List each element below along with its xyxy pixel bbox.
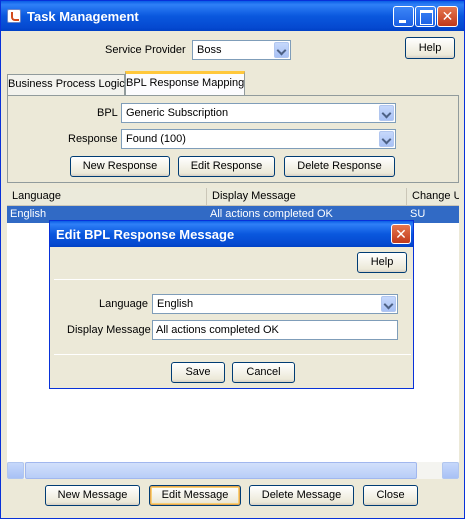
- service-provider-label: Service Provider: [105, 44, 186, 56]
- service-provider-value: Boss: [197, 44, 222, 56]
- response-select[interactable]: Found (100): [121, 129, 396, 149]
- response-label: Response: [68, 133, 118, 145]
- delete-message-button[interactable]: Delete Message: [249, 485, 354, 506]
- minimize-icon[interactable]: [393, 6, 414, 27]
- display-message-field[interactable]: [152, 320, 398, 340]
- cancel-button[interactable]: Cancel: [232, 362, 295, 383]
- edit-message-button[interactable]: Edit Message: [149, 485, 241, 506]
- bpl-value: Generic Subscription: [126, 107, 229, 119]
- service-provider-select[interactable]: Boss: [192, 40, 291, 60]
- display-message-input[interactable]: [153, 321, 397, 339]
- dialog-divider: [54, 354, 411, 355]
- bpl-label: BPL: [97, 107, 118, 119]
- dropdown-arrow-icon[interactable]: [379, 131, 394, 147]
- column-header-display-message[interactable]: Display Message: [207, 188, 407, 205]
- dialog-titlebar[interactable]: Edit BPL Response Message ✕: [50, 221, 413, 247]
- response-value: Found (100): [126, 133, 186, 145]
- dropdown-arrow-icon[interactable]: [381, 296, 396, 312]
- column-header-language[interactable]: Language: [7, 188, 207, 205]
- cell-change: SU: [410, 208, 426, 220]
- edit-response-button[interactable]: Edit Response: [178, 156, 275, 177]
- java-app-icon: [7, 9, 21, 23]
- new-message-button[interactable]: New Message: [45, 485, 140, 506]
- delete-response-button[interactable]: Delete Response: [284, 156, 395, 177]
- task-management-window: Task Management ✕ Service Provider Boss …: [0, 0, 465, 519]
- tab-business-process-logic[interactable]: Business Process Logic: [7, 74, 125, 95]
- dropdown-arrow-icon[interactable]: [274, 42, 289, 58]
- dialog-divider: [54, 279, 411, 280]
- scrollbar-thumb[interactable]: [25, 462, 417, 479]
- tab-bpl-response-mapping[interactable]: BPL Response Mapping: [125, 71, 245, 95]
- save-button[interactable]: Save: [171, 362, 225, 383]
- language-value: English: [157, 298, 194, 310]
- display-message-label: Display Message: [67, 324, 151, 336]
- language-label: Language: [99, 298, 148, 310]
- horizontal-scrollbar[interactable]: [7, 462, 459, 479]
- close-button[interactable]: Close: [363, 485, 418, 506]
- language-select[interactable]: English: [152, 294, 398, 314]
- dropdown-arrow-icon[interactable]: [379, 105, 394, 121]
- close-icon[interactable]: ✕: [391, 224, 411, 244]
- bpl-select[interactable]: Generic Subscription: [121, 103, 396, 123]
- edit-bpl-response-dialog: Edit BPL Response Message ✕ Help Languag…: [49, 220, 414, 389]
- close-icon[interactable]: ✕: [437, 6, 458, 27]
- scroll-left-icon[interactable]: [7, 462, 24, 479]
- column-header-change[interactable]: Change U: [407, 188, 459, 205]
- dialog-help-button[interactable]: Help: [357, 252, 407, 273]
- new-response-button[interactable]: New Response: [70, 156, 170, 177]
- help-button[interactable]: Help: [405, 37, 455, 59]
- scroll-right-icon[interactable]: [442, 462, 459, 479]
- dialog-title: Edit BPL Response Message: [56, 227, 235, 242]
- maximize-icon[interactable]: [415, 6, 436, 27]
- window-title: Task Management: [27, 9, 139, 24]
- window-titlebar[interactable]: Task Management ✕: [1, 1, 464, 31]
- messages-table-header: Language Display Message Change U: [7, 188, 459, 206]
